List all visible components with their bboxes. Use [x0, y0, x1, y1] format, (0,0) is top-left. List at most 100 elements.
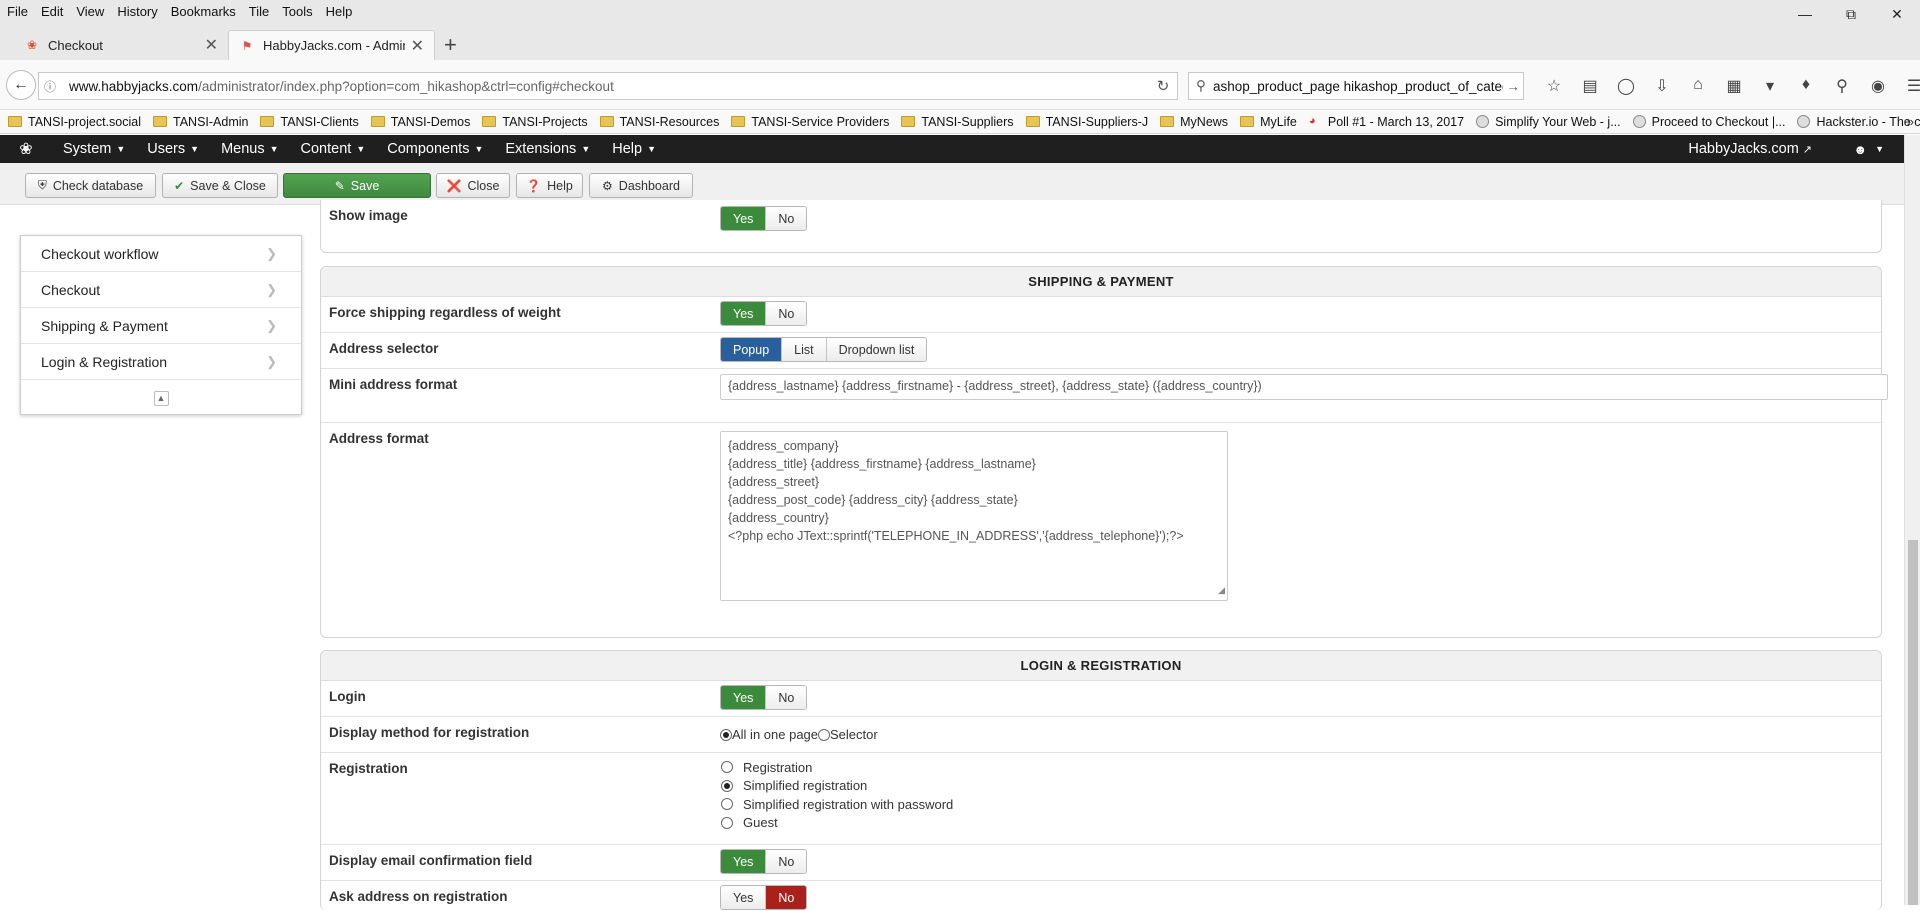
scrollbar-thumb[interactable] — [1908, 540, 1918, 905]
info-icon[interactable]: ⓘ — [39, 78, 61, 95]
admin-menu-users[interactable]: Users ▼ — [136, 141, 210, 157]
no-button[interactable]: No — [766, 850, 807, 873]
bookmark-item[interactable]: TANSI-Resources — [599, 115, 719, 129]
bookmark-item[interactable]: TANSI-Demos — [370, 115, 470, 129]
radio-simplified-password[interactable] — [721, 798, 733, 811]
resize-grip-icon[interactable]: ◢ — [1218, 581, 1225, 599]
extension-icon[interactable]: ♦ — [1788, 76, 1824, 96]
registration-option[interactable]: Guest — [720, 814, 953, 833]
menu-edit[interactable]: Edit — [34, 4, 69, 19]
find-icon[interactable]: ⚲ — [1824, 76, 1860, 96]
bookmark-item[interactable]: Proceed to Checkout |... — [1632, 115, 1785, 129]
url-bar[interactable]: ⓘ www.habbyjacks.com/administrator/index… — [38, 72, 1178, 100]
check-database-button[interactable]: ⛨ Check database — [25, 173, 156, 198]
yes-button[interactable]: Yes — [721, 302, 767, 325]
save-button[interactable]: ✎ Save — [283, 173, 431, 198]
scroll-top-icon[interactable]: ▲ — [153, 390, 169, 406]
search-go-icon[interactable]: → — [1503, 79, 1523, 94]
tile-icon[interactable]: ▦ — [1716, 76, 1752, 96]
radio-simplified[interactable] — [721, 779, 733, 792]
no-button[interactable]: No — [766, 886, 807, 909]
sidebar-item-login-registration[interactable]: Login & Registration ❯ — [21, 344, 301, 380]
bookmark-item[interactable]: TANSI-Clients — [260, 115, 359, 129]
bookmark-item[interactable]: ◕ Poll #1 - March 13, 2017 — [1309, 115, 1464, 129]
tab-admin[interactable]: ⚑ HabbyJacks.com - Admini... ✕ — [228, 30, 435, 60]
mini-address-input[interactable]: {address_lastname} {address_firstname} -… — [720, 374, 1888, 400]
admin-menu-extensions[interactable]: Extensions ▼ — [494, 141, 601, 157]
menu-tile[interactable]: Tile — [242, 4, 275, 19]
close-tab-icon[interactable]: ✕ — [411, 36, 424, 56]
home-icon[interactable]: ⌂ — [1680, 76, 1716, 96]
pocket-icon[interactable]: ◯ — [1608, 76, 1644, 96]
close-button[interactable]: ❌ Close — [436, 173, 510, 198]
reload-icon[interactable]: ↻ — [1149, 77, 1177, 95]
radio-guest[interactable] — [721, 816, 733, 829]
sidebar-item-shipping-payment[interactable]: Shipping & Payment ❯ — [21, 308, 301, 344]
addon-icon[interactable]: ◉ — [1860, 76, 1896, 96]
url-text[interactable]: www.habbyjacks.com/administrator/index.p… — [61, 79, 1149, 94]
menu-history[interactable]: History — [110, 4, 163, 19]
address-format-textarea[interactable]: {address_company} {address_title} {addre… — [720, 431, 1228, 601]
admin-menu-menus[interactable]: Menus ▼ — [210, 141, 289, 157]
back-icon[interactable]: ← — [6, 70, 36, 100]
radio-registration[interactable] — [721, 761, 733, 774]
help-button[interactable]: ❓ Help — [516, 173, 583, 198]
admin-menu-content[interactable]: Content ▼ — [290, 141, 377, 157]
popup-option[interactable]: Popup — [721, 338, 783, 361]
radio-all-in-one-page[interactable] — [720, 728, 732, 741]
dropdown-list-option[interactable]: Dropdown list — [826, 338, 927, 361]
registration-option[interactable]: Registration — [720, 758, 953, 777]
registration-option[interactable]: Simplified registration with password — [720, 795, 953, 814]
no-button[interactable]: No — [766, 686, 807, 709]
menu-bookmarks[interactable]: Bookmarks — [164, 4, 242, 19]
menu-help[interactable]: Help — [319, 4, 359, 19]
yes-button[interactable]: Yes — [721, 850, 767, 873]
bookmark-item[interactable]: Hackster.io - The com... — [1797, 115, 1920, 129]
yes-button[interactable]: Yes — [721, 686, 767, 709]
reading-list-icon[interactable]: ▤ — [1572, 76, 1608, 96]
joomla-logo-icon[interactable]: ❀ — [0, 135, 52, 163]
admin-menu-components[interactable]: Components ▼ — [376, 141, 494, 157]
bookmarks-overflow-icon[interactable]: » — [1907, 114, 1914, 129]
email-confirm-row: Display email confirmation field Yes No — [321, 845, 1881, 881]
bookmark-item[interactable]: Simplify Your Web - j... — [1476, 115, 1621, 129]
dashboard-button[interactable]: ⚙ Dashboard — [589, 173, 693, 198]
bookmark-item[interactable]: MyNews — [1160, 115, 1228, 129]
sidebar-item-checkout[interactable]: Checkout ❯ — [21, 272, 301, 308]
menu-file[interactable]: File — [0, 4, 34, 19]
registration-option[interactable]: Simplified registration — [720, 777, 953, 796]
admin-menu-help[interactable]: Help ▼ — [601, 141, 667, 157]
bookmark-star-icon[interactable]: ☆ — [1536, 76, 1572, 96]
radio-selector[interactable] — [818, 728, 831, 741]
search-bar[interactable]: ⚲ ashop_product_page hikashop_product_of… — [1188, 72, 1524, 100]
sidebar-item-checkout-workflow[interactable]: Checkout workflow ❯ — [21, 236, 301, 272]
yes-button[interactable]: Yes — [721, 886, 767, 909]
bookmark-item[interactable]: TANSI-Suppliers-J — [1025, 115, 1148, 129]
external-link-icon: ↗ — [1802, 143, 1812, 156]
tab-checkout[interactable]: ❀ Checkout ✕ — [14, 30, 228, 60]
search-input[interactable]: ashop_product_page hikashop_product_of_c… — [1213, 79, 1503, 94]
download-icon[interactable]: ⇩ — [1644, 76, 1680, 96]
yes-button[interactable]: Yes — [721, 207, 767, 230]
save-close-button[interactable]: ✔ Save & Close — [162, 173, 278, 198]
bookmark-item[interactable]: TANSI-Projects — [482, 115, 588, 129]
menu-view[interactable]: View — [69, 4, 110, 19]
close-tab-icon[interactable]: ✕ — [205, 35, 218, 55]
hamburger-menu-icon[interactable]: ☰ — [1896, 76, 1920, 96]
bookmark-item[interactable]: MyLife — [1240, 115, 1297, 129]
site-link[interactable]: HabbyJacks.com ↗ — [1688, 135, 1812, 163]
page-scrollbar[interactable] — [1904, 135, 1920, 905]
bookmark-item[interactable]: TANSI-project.social — [8, 115, 141, 129]
no-button[interactable]: No — [766, 207, 807, 230]
registration-radios: Registration Simplified registration Sim… — [720, 758, 953, 832]
menu-tools[interactable]: Tools — [275, 4, 318, 19]
list-option[interactable]: List — [782, 338, 827, 361]
new-tab-icon[interactable]: + — [444, 32, 457, 58]
bookmark-item[interactable]: TANSI-Service Providers — [731, 115, 889, 129]
user-menu[interactable]: ☻ ▼ — [1853, 135, 1884, 163]
admin-menu-system[interactable]: System ▼ — [52, 141, 136, 157]
no-button[interactable]: No — [766, 302, 807, 325]
dropdown-icon[interactable]: ▾ — [1752, 76, 1788, 96]
bookmark-item[interactable]: TANSI-Suppliers — [901, 115, 1014, 129]
bookmark-item[interactable]: TANSI-Admin — [153, 115, 248, 129]
